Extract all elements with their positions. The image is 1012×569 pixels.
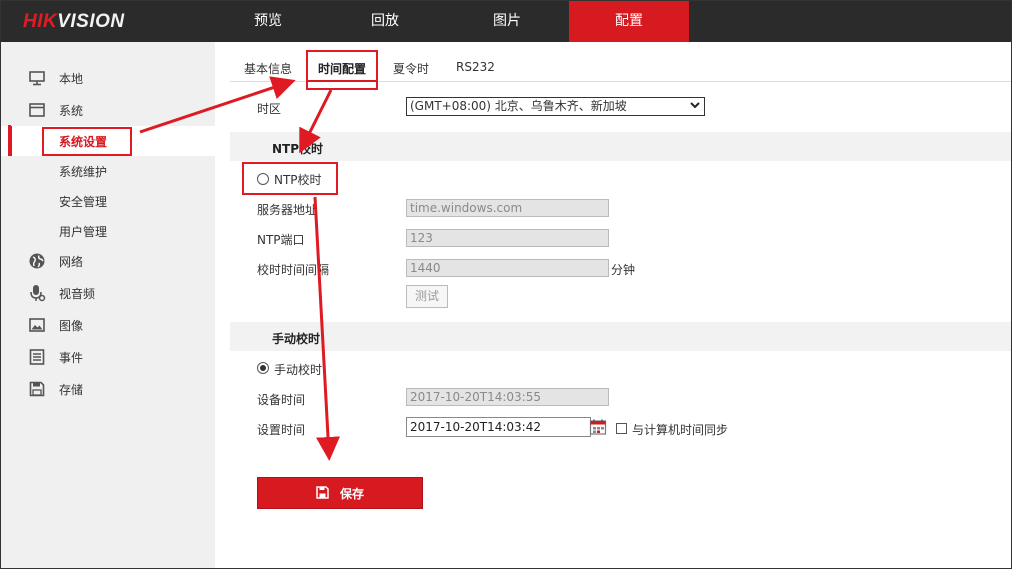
ntp-port-input[interactable]: 123 (406, 229, 609, 247)
ntp-radio-label: NTP校时 (274, 173, 322, 187)
save-button-label: 保存 (340, 487, 365, 501)
sync-with-computer-checkbox[interactable] (616, 423, 627, 434)
sidebar-item-label: 存储 (59, 383, 84, 397)
monitor-icon (29, 71, 45, 86)
active-indicator (9, 126, 12, 156)
sidebar-item-label: 系统维护 (59, 165, 108, 179)
sync-interval-label: 校时时间间隔 (257, 263, 330, 277)
ntp-port-label: NTP端口 (257, 233, 305, 247)
nav-configuration[interactable]: 配置 (569, 1, 689, 42)
sidebar-item-label: 系统 (59, 104, 84, 118)
manual-section-header: 手动校时 (230, 322, 1011, 351)
sidebar-item-label: 本地 (59, 72, 84, 86)
sidebar-item-system-maintenance[interactable]: 系统维护 (1, 156, 215, 186)
globe-icon (29, 253, 45, 269)
tab-time-settings[interactable]: 时间配置 (318, 60, 366, 77)
sidebar-item-label: 用户管理 (59, 225, 108, 239)
sidebar: 本地 系统 系统设置 系统维护 安全管理 用户管理 网络 视音频 图像 事件 存… (1, 42, 215, 568)
sidebar-item-label: 图像 (59, 319, 84, 333)
save-button[interactable]: 保存 (257, 477, 423, 509)
test-button[interactable]: 测试 (406, 285, 448, 308)
ntp-radio[interactable] (257, 173, 269, 185)
top-nav-bar: HIKVISION 预览 回放 图片 配置 (1, 1, 1011, 42)
nav-picture[interactable]: 图片 (447, 1, 567, 42)
sidebar-item-system[interactable]: 系统 (1, 95, 215, 125)
set-time-input[interactable]: 2017-10-20T14:03:42 (406, 417, 591, 437)
sidebar-item-label: 系统设置 (59, 135, 108, 149)
sidebar-item-local[interactable]: 本地 (1, 63, 215, 93)
sidebar-item-label: 视音频 (59, 287, 96, 301)
sidebar-item-label: 安全管理 (59, 195, 108, 209)
sidebar-item-users[interactable]: 用户管理 (1, 216, 215, 246)
sync-interval-input[interactable]: 1440 (406, 259, 609, 277)
tab-rs232[interactable]: RS232 (456, 60, 495, 74)
timezone-label: 时区 (257, 102, 282, 116)
window-icon (29, 103, 45, 117)
interval-unit: 分钟 (611, 263, 636, 277)
sidebar-item-label: 网络 (59, 255, 84, 269)
set-time-label: 设置时间 (257, 423, 306, 437)
active-tab-indicator (308, 80, 376, 82)
sidebar-item-event[interactable]: 事件 (1, 342, 215, 372)
manual-section-title: 手动校时 (272, 332, 321, 346)
ntp-section-header: NTP校时 (230, 132, 1011, 161)
manual-radio[interactable] (257, 362, 269, 374)
hikvision-logo: HIKVISION (23, 11, 125, 32)
sidebar-item-system-settings[interactable]: 系统设置 (1, 126, 215, 156)
sync-with-computer-label: 与计算机时间同步 (632, 423, 729, 437)
floppy-icon (316, 486, 329, 499)
nav-playback[interactable]: 回放 (325, 1, 445, 42)
timezone-value: (GMT+08:00) 北京、乌鲁木齐、新加坡 (410, 99, 627, 113)
calendar-icon[interactable] (589, 418, 607, 436)
device-time-label: 设备时间 (257, 393, 306, 407)
sidebar-item-image[interactable]: 图像 (1, 310, 215, 340)
microphone-icon (30, 285, 46, 302)
sidebar-item-network[interactable]: 网络 (1, 246, 215, 276)
manual-radio-label: 手动校时 (274, 363, 323, 377)
tab-dst[interactable]: 夏令时 (393, 60, 429, 77)
server-address-input[interactable]: time.windows.com (406, 199, 609, 217)
nav-preview[interactable]: 预览 (208, 1, 328, 42)
sidebar-item-storage[interactable]: 存储 (1, 374, 215, 404)
list-icon (29, 349, 45, 365)
ntp-section-title: NTP校时 (272, 142, 324, 156)
sidebar-item-security[interactable]: 安全管理 (1, 186, 215, 216)
sidebar-item-video-audio[interactable]: 视音频 (1, 278, 215, 308)
tab-basic-info[interactable]: 基本信息 (244, 60, 292, 77)
sidebar-item-label: 事件 (59, 351, 84, 365)
server-address-label: 服务器地址 (257, 203, 318, 217)
chevron-down-icon (690, 102, 700, 109)
timezone-select[interactable]: (GMT+08:00) 北京、乌鲁木齐、新加坡 (406, 97, 705, 116)
floppy-icon (29, 381, 45, 397)
image-icon (29, 318, 45, 332)
device-time-input: 2017-10-20T14:03:55 (406, 388, 609, 406)
